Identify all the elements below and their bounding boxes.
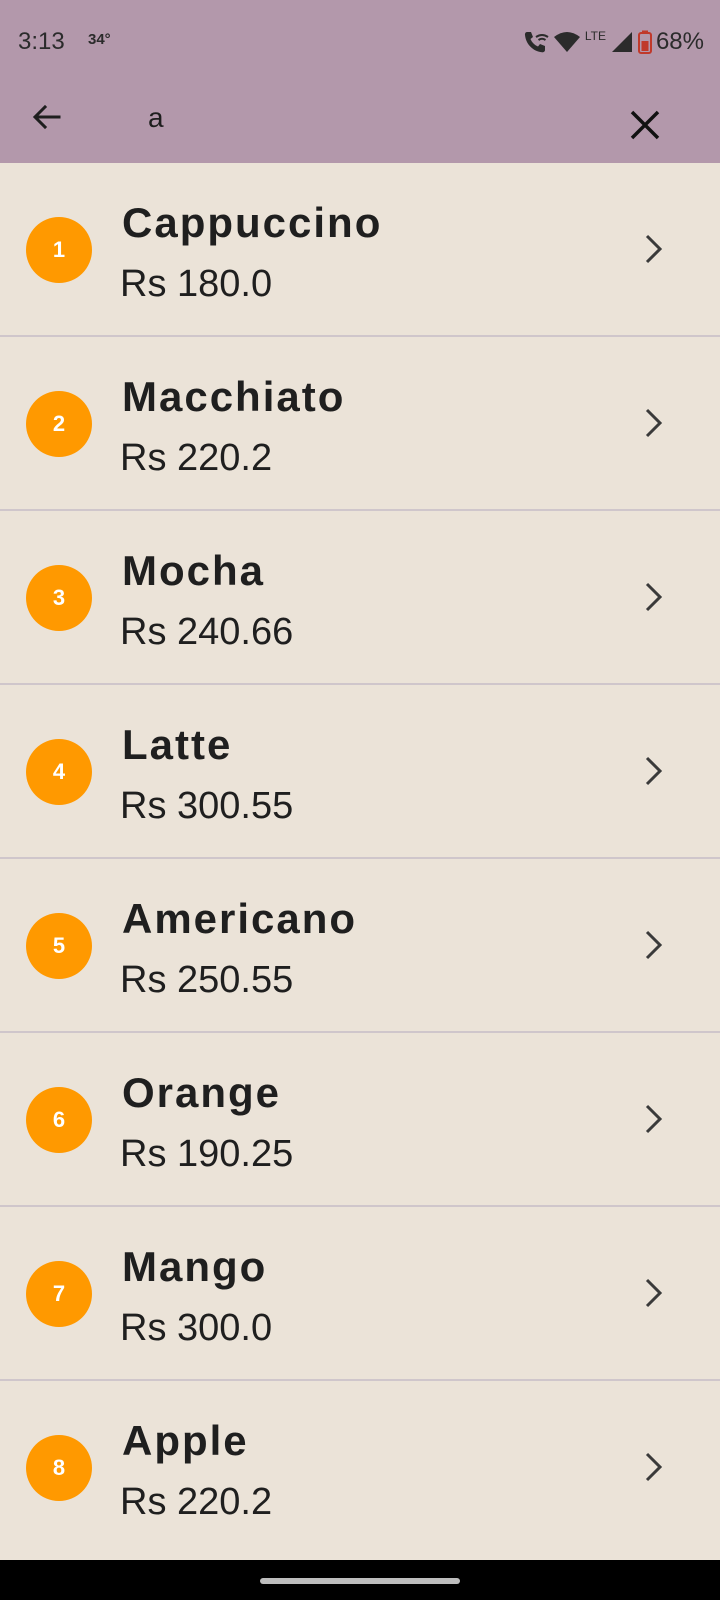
- chevron-right-icon: [632, 1097, 676, 1141]
- chevron-right-icon: [632, 1445, 676, 1489]
- list-item[interactable]: 1 Cappuccino Rs 180.0: [0, 163, 720, 337]
- item-price: Rs 180.0: [120, 263, 273, 305]
- list-item[interactable]: 2 Macchiato Rs 220.2: [0, 337, 720, 511]
- status-bar: 3:13 34° LTE 68%: [0, 0, 720, 88]
- close-icon: [630, 110, 660, 140]
- item-number-badge: 6: [26, 1087, 92, 1153]
- item-number-badge: 1: [26, 217, 92, 283]
- item-name: Macchiato: [122, 373, 346, 420]
- chevron-right-icon: [632, 1271, 676, 1315]
- item-number-badge: 4: [26, 739, 92, 805]
- chevron-right-icon: [632, 923, 676, 967]
- back-button[interactable]: [22, 92, 72, 142]
- item-price: Rs 220.2: [120, 1481, 273, 1523]
- item-number-badge: 2: [26, 391, 92, 457]
- item-name: Mango: [122, 1243, 268, 1290]
- product-list: 1 Cappuccino Rs 180.0 2 Macchiato Rs 220.2 3 Mo…: [0, 163, 720, 1555]
- item-number-badge: 7: [26, 1261, 92, 1327]
- battery-icon: [637, 30, 652, 54]
- item-price: Rs 300.55: [120, 785, 294, 827]
- status-time: 3:13: [18, 28, 65, 55]
- item-name: Americano: [122, 895, 358, 942]
- item-price: Rs 220.2: [120, 437, 273, 479]
- chevron-right-icon: [632, 749, 676, 793]
- chevron-right-icon: [632, 401, 676, 445]
- list-item[interactable]: 3 Mocha Rs 240.66: [0, 511, 720, 685]
- item-price: Rs 250.55: [120, 959, 294, 1001]
- item-name: Cappuccino: [122, 199, 383, 246]
- search-input[interactable]: [136, 94, 600, 142]
- arrow-back-icon: [32, 104, 61, 130]
- item-number-badge: 3: [26, 565, 92, 631]
- home-indicator[interactable]: [260, 1578, 460, 1584]
- navigation-bar: [0, 1560, 720, 1600]
- item-name: Apple: [122, 1417, 249, 1464]
- item-price: Rs 300.0: [120, 1307, 273, 1349]
- status-icons: LTE 68%: [521, 26, 704, 58]
- item-price: Rs 240.66: [120, 611, 294, 653]
- app-bar: 3:13 34° LTE 68%: [0, 0, 720, 163]
- clear-search-button[interactable]: [618, 98, 672, 152]
- list-item[interactable]: 7 Mango Rs 300.0: [0, 1207, 720, 1381]
- wifi-calling-icon: [524, 32, 549, 53]
- item-price: Rs 190.25: [120, 1133, 294, 1175]
- chevron-right-icon: [632, 575, 676, 619]
- list-item[interactable]: 6 Orange Rs 190.25: [0, 1033, 720, 1207]
- chevron-right-icon: [632, 227, 676, 271]
- item-name: Orange: [122, 1069, 282, 1116]
- search-toolbar: [0, 88, 720, 163]
- signal-icon: [611, 32, 632, 52]
- item-number-badge: 5: [26, 913, 92, 979]
- status-temperature: 34°: [88, 31, 111, 48]
- list-item[interactable]: 4 Latte Rs 300.55: [0, 685, 720, 859]
- battery-percentage: 68%: [655, 28, 704, 55]
- item-name: Latte: [122, 721, 233, 768]
- item-number-badge: 8: [26, 1435, 92, 1501]
- item-name: Mocha: [122, 547, 266, 594]
- list-item[interactable]: 5 Americano Rs 250.55: [0, 859, 720, 1033]
- list-item[interactable]: 8 Apple Rs 220.2: [0, 1381, 720, 1555]
- network-type: LTE: [584, 29, 606, 43]
- wifi-icon: [553, 32, 580, 52]
